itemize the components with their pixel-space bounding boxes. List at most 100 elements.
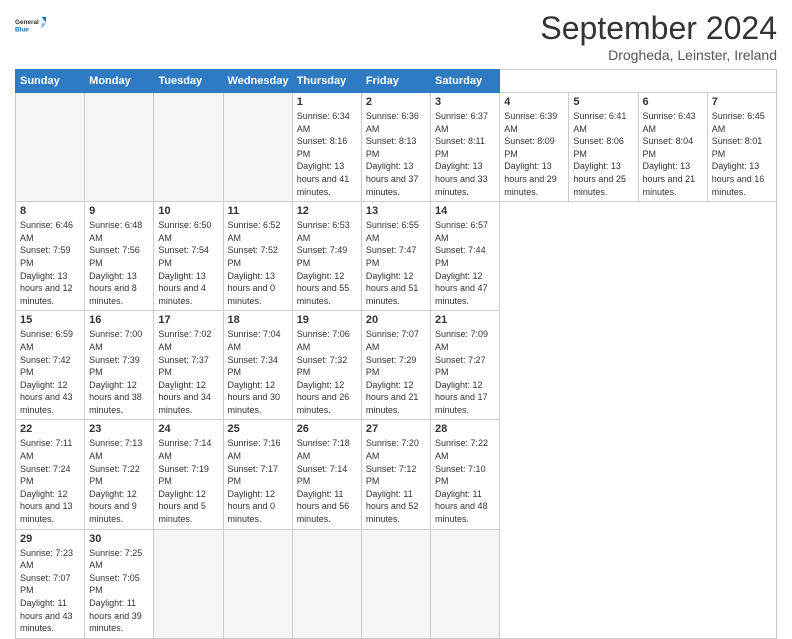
day-info: Sunrise: 7:16 AMSunset: 7:17 PMDaylight:… [228,437,288,525]
logo-icon: GeneralBlue [15,10,47,42]
calendar-cell: 11 Sunrise: 6:52 AMSunset: 7:52 PMDaylig… [223,202,292,311]
day-number: 11 [228,205,288,217]
calendar-cell: 6 Sunrise: 6:43 AMSunset: 8:04 PMDayligh… [638,93,707,202]
day-info: Sunrise: 7:04 AMSunset: 7:34 PMDaylight:… [228,328,288,416]
calendar-cell: 7 Sunrise: 6:45 AMSunset: 8:01 PMDayligh… [707,93,776,202]
calendar-cell: 26 Sunrise: 7:18 AMSunset: 7:14 PMDaylig… [292,420,361,529]
day-info: Sunrise: 6:57 AMSunset: 7:44 PMDaylight:… [435,219,495,307]
day-info: Sunrise: 6:50 AMSunset: 7:54 PMDaylight:… [158,219,218,307]
logo: GeneralBlue [15,10,47,42]
calendar-cell: 10 Sunrise: 6:50 AMSunset: 7:54 PMDaylig… [154,202,223,311]
day-info: Sunrise: 7:22 AMSunset: 7:10 PMDaylight:… [435,437,495,525]
calendar-cell: 22 Sunrise: 7:11 AMSunset: 7:24 PMDaylig… [16,420,85,529]
col-monday: Monday [85,70,154,93]
calendar-cell [361,529,430,638]
day-number: 8 [20,205,80,217]
day-number: 19 [297,314,357,326]
calendar-cell [154,529,223,638]
title-block: September 2024 Drogheda, Leinster, Irela… [540,10,777,63]
day-number: 29 [20,533,80,545]
day-info: Sunrise: 7:02 AMSunset: 7:37 PMDaylight:… [158,328,218,416]
calendar-cell: 14 Sunrise: 6:57 AMSunset: 7:44 PMDaylig… [431,202,500,311]
col-thursday: Thursday [292,70,361,93]
calendar-cell [85,93,154,202]
calendar-cell: 20 Sunrise: 7:07 AMSunset: 7:29 PMDaylig… [361,311,430,420]
calendar-cell: 8 Sunrise: 6:46 AMSunset: 7:59 PMDayligh… [16,202,85,311]
day-number: 23 [89,423,149,435]
svg-text:Blue: Blue [15,26,29,33]
day-number: 5 [573,96,633,108]
day-number: 25 [228,423,288,435]
calendar-cell [223,93,292,202]
day-info: Sunrise: 7:18 AMSunset: 7:14 PMDaylight:… [297,437,357,525]
calendar-cell: 12 Sunrise: 6:53 AMSunset: 7:49 PMDaylig… [292,202,361,311]
calendar-cell: 23 Sunrise: 7:13 AMSunset: 7:22 PMDaylig… [85,420,154,529]
col-friday: Friday [361,70,430,93]
col-tuesday: Tuesday [154,70,223,93]
day-info: Sunrise: 7:11 AMSunset: 7:24 PMDaylight:… [20,437,80,525]
calendar-cell: 19 Sunrise: 7:06 AMSunset: 7:32 PMDaylig… [292,311,361,420]
calendar-cell: 18 Sunrise: 7:04 AMSunset: 7:34 PMDaylig… [223,311,292,420]
day-info: Sunrise: 6:59 AMSunset: 7:42 PMDaylight:… [20,328,80,416]
day-info: Sunrise: 7:09 AMSunset: 7:27 PMDaylight:… [435,328,495,416]
svg-text:General: General [15,19,39,26]
day-number: 26 [297,423,357,435]
day-info: Sunrise: 6:52 AMSunset: 7:52 PMDaylight:… [228,219,288,307]
day-number: 24 [158,423,218,435]
day-number: 12 [297,205,357,217]
calendar-cell: 2 Sunrise: 6:36 AMSunset: 8:13 PMDayligh… [361,93,430,202]
day-number: 13 [366,205,426,217]
day-number: 14 [435,205,495,217]
day-number: 16 [89,314,149,326]
day-number: 9 [89,205,149,217]
calendar-cell: 15 Sunrise: 6:59 AMSunset: 7:42 PMDaylig… [16,311,85,420]
day-info: Sunrise: 6:39 AMSunset: 8:09 PMDaylight:… [504,110,564,198]
day-info: Sunrise: 6:34 AMSunset: 8:16 PMDaylight:… [297,110,357,198]
day-info: Sunrise: 6:55 AMSunset: 7:47 PMDaylight:… [366,219,426,307]
calendar-cell: 29 Sunrise: 7:23 AMSunset: 7:07 PMDaylig… [16,529,85,638]
calendar-cell [223,529,292,638]
day-info: Sunrise: 7:07 AMSunset: 7:29 PMDaylight:… [366,328,426,416]
calendar-header-row: Sunday Monday Tuesday Wednesday Thursday… [16,70,777,93]
calendar-cell [292,529,361,638]
calendar-cell: 21 Sunrise: 7:09 AMSunset: 7:27 PMDaylig… [431,311,500,420]
col-saturday: Saturday [431,70,500,93]
day-number: 22 [20,423,80,435]
day-number: 21 [435,314,495,326]
calendar-cell: 30 Sunrise: 7:25 AMSunset: 7:05 PMDaylig… [85,529,154,638]
day-info: Sunrise: 6:53 AMSunset: 7:49 PMDaylight:… [297,219,357,307]
day-number: 30 [89,533,149,545]
header: GeneralBlue September 2024 Drogheda, Lei… [15,10,777,63]
calendar-cell: 17 Sunrise: 7:02 AMSunset: 7:37 PMDaylig… [154,311,223,420]
day-info: Sunrise: 6:48 AMSunset: 7:56 PMDaylight:… [89,219,149,307]
day-info: Sunrise: 6:46 AMSunset: 7:59 PMDaylight:… [20,219,80,307]
day-number: 20 [366,314,426,326]
calendar-cell: 27 Sunrise: 7:20 AMSunset: 7:12 PMDaylig… [361,420,430,529]
day-info: Sunrise: 7:14 AMSunset: 7:19 PMDaylight:… [158,437,218,525]
day-number: 27 [366,423,426,435]
subtitle: Drogheda, Leinster, Ireland [540,47,777,63]
calendar-cell: 3 Sunrise: 6:37 AMSunset: 8:11 PMDayligh… [431,93,500,202]
day-number: 7 [712,96,772,108]
day-number: 15 [20,314,80,326]
calendar-cell: 5 Sunrise: 6:41 AMSunset: 8:06 PMDayligh… [569,93,638,202]
col-sunday: Sunday [16,70,85,93]
day-number: 4 [504,96,564,108]
page: GeneralBlue September 2024 Drogheda, Lei… [0,0,792,612]
day-info: Sunrise: 6:45 AMSunset: 8:01 PMDaylight:… [712,110,772,198]
day-info: Sunrise: 7:25 AMSunset: 7:05 PMDaylight:… [89,547,149,635]
day-info: Sunrise: 6:37 AMSunset: 8:11 PMDaylight:… [435,110,495,198]
col-wednesday: Wednesday [223,70,292,93]
calendar-cell: 16 Sunrise: 7:00 AMSunset: 7:39 PMDaylig… [85,311,154,420]
day-number: 28 [435,423,495,435]
day-number: 18 [228,314,288,326]
day-info: Sunrise: 6:41 AMSunset: 8:06 PMDaylight:… [573,110,633,198]
day-number: 3 [435,96,495,108]
day-info: Sunrise: 7:00 AMSunset: 7:39 PMDaylight:… [89,328,149,416]
day-info: Sunrise: 7:13 AMSunset: 7:22 PMDaylight:… [89,437,149,525]
day-info: Sunrise: 6:36 AMSunset: 8:13 PMDaylight:… [366,110,426,198]
calendar-cell: 28 Sunrise: 7:22 AMSunset: 7:10 PMDaylig… [431,420,500,529]
day-info: Sunrise: 7:23 AMSunset: 7:07 PMDaylight:… [20,547,80,635]
day-info: Sunrise: 6:43 AMSunset: 8:04 PMDaylight:… [643,110,703,198]
calendar-cell [154,93,223,202]
